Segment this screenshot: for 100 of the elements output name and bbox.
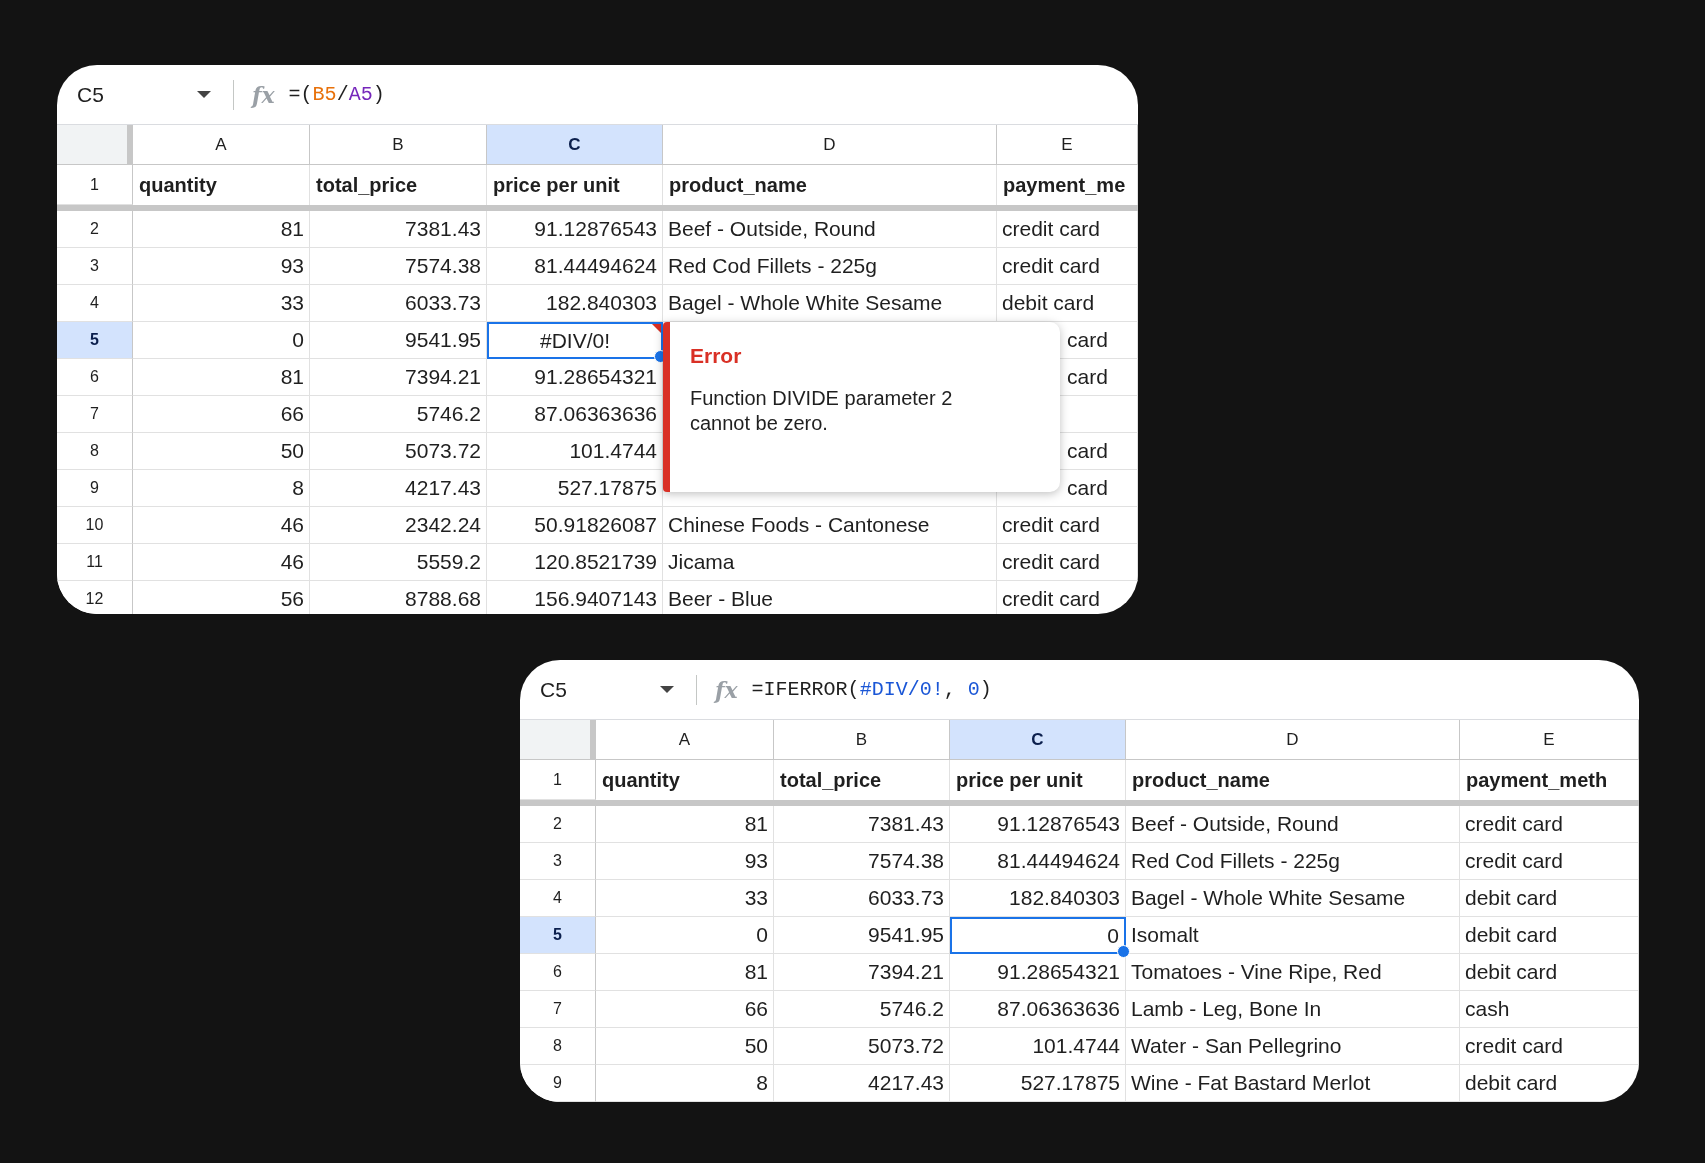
table-cell: 156.9407143 xyxy=(487,581,663,614)
table-cell: 9541.95 xyxy=(310,322,487,359)
table-cell: 8 xyxy=(133,470,310,507)
column-header[interactable]: A xyxy=(596,720,774,760)
table-cell: debit card xyxy=(1460,917,1639,954)
table-cell: 5559.2 xyxy=(310,544,487,581)
table-cell: 91.12876543 xyxy=(950,806,1126,843)
table-cell: 8788.68 xyxy=(310,581,487,614)
table-cell: 46 xyxy=(133,507,310,544)
row-header[interactable]: 6 xyxy=(57,359,133,396)
table-cell: debit card xyxy=(1460,880,1639,917)
row-header[interactable]: 5 xyxy=(57,322,133,359)
table-cell: 0 xyxy=(133,322,310,359)
table-cell: Bagel - Whole White Sesame xyxy=(1126,880,1460,917)
table-cell: 7394.21 xyxy=(774,954,950,991)
table-cell: 33 xyxy=(133,285,310,322)
function-icon: fx xyxy=(715,676,738,703)
row-header[interactable]: 1 xyxy=(57,165,133,205)
row-header[interactable]: 8 xyxy=(520,1028,596,1065)
table-cell: 6033.73 xyxy=(310,285,487,322)
table-cell: 5746.2 xyxy=(310,396,487,433)
row-header[interactable]: 7 xyxy=(57,396,133,433)
table-cell: credit card xyxy=(1460,806,1639,843)
table-cell: Isomalt xyxy=(1126,917,1460,954)
column-header[interactable]: C xyxy=(487,125,663,165)
table-cell: 50 xyxy=(596,1028,774,1065)
row-header[interactable]: 4 xyxy=(520,880,596,917)
row-header[interactable]: 12 xyxy=(57,581,133,614)
table-cell: Tomatoes - Vine Ripe, Red xyxy=(1126,954,1460,991)
table-cell: 5073.72 xyxy=(774,1028,950,1065)
caret-icon[interactable] xyxy=(660,686,674,693)
row-header[interactable]: 6 xyxy=(520,954,596,991)
table-cell: Water - San Pellegrino xyxy=(1126,1028,1460,1065)
table-cell: credit card xyxy=(997,248,1138,285)
row-header[interactable]: 4 xyxy=(57,285,133,322)
table-cell: 4217.43 xyxy=(310,470,487,507)
fill-handle[interactable] xyxy=(1117,945,1130,958)
table-cell: 50.91826087 xyxy=(487,507,663,544)
table-cell: debit card xyxy=(1460,954,1639,991)
table-cell: 6033.73 xyxy=(774,880,950,917)
column-header[interactable]: B xyxy=(774,720,950,760)
table-cell: credit card xyxy=(1460,843,1639,880)
table-cell: Beer - Blue xyxy=(663,581,997,614)
table-cell: 120.8521739 xyxy=(487,544,663,581)
table-cell: 7574.38 xyxy=(310,248,487,285)
row-header[interactable]: 2 xyxy=(57,211,133,248)
table-cell: credit card xyxy=(997,211,1138,248)
table-cell: Beef - Outside, Round xyxy=(1126,806,1460,843)
table-cell: 81 xyxy=(133,211,310,248)
formula-field[interactable]: =(B5/A5) xyxy=(288,83,385,106)
column-header[interactable]: E xyxy=(1460,720,1639,760)
row-header[interactable]: 2 xyxy=(520,806,596,843)
table-cell: 7381.43 xyxy=(774,806,950,843)
table-cell: 91.12876543 xyxy=(487,211,663,248)
table-cell: 93 xyxy=(133,248,310,285)
row-header[interactable]: 5 xyxy=(520,917,596,954)
name-box[interactable]: C5 xyxy=(540,677,660,702)
row-header[interactable]: 1 xyxy=(520,760,596,800)
column-header[interactable]: C xyxy=(950,720,1126,760)
table-cell: 5746.2 xyxy=(774,991,950,1028)
table-cell: 4217.43 xyxy=(774,1065,950,1102)
row-header[interactable]: 7 xyxy=(520,991,596,1028)
table-cell: Red Cod Fillets - 225g xyxy=(1126,843,1460,880)
table-cell: credit card xyxy=(997,507,1138,544)
row-header[interactable]: 3 xyxy=(57,248,133,285)
table-cell: 0 xyxy=(596,917,774,954)
tooltip-title: Error xyxy=(690,344,743,368)
table-cell: 66 xyxy=(133,396,310,433)
table-cell: 7574.38 xyxy=(774,843,950,880)
column-header[interactable]: B xyxy=(310,125,487,165)
table-cell: 182.840303 xyxy=(950,880,1126,917)
function-icon: fx xyxy=(252,81,275,108)
row-header[interactable]: 11 xyxy=(57,544,133,581)
column-header[interactable]: D xyxy=(1126,720,1460,760)
row-header[interactable]: 10 xyxy=(57,507,133,544)
table-cell: 93 xyxy=(596,843,774,880)
table-cell: 66 xyxy=(596,991,774,1028)
column-header[interactable]: D xyxy=(663,125,997,165)
table-cell: 5073.72 xyxy=(310,433,487,470)
formula-field[interactable]: =IFERROR(#DIV/0!, 0) xyxy=(751,678,992,701)
table-cell: Lamb - Leg, Bone In xyxy=(1126,991,1460,1028)
column-header[interactable]: A xyxy=(133,125,310,165)
table-cell: 33 xyxy=(596,880,774,917)
table-cell: 87.06363636 xyxy=(950,991,1126,1028)
row-header[interactable]: 8 xyxy=(57,433,133,470)
row-header[interactable]: 9 xyxy=(520,1065,596,1102)
caret-icon[interactable] xyxy=(197,91,211,98)
table-cell: 81.44494624 xyxy=(950,843,1126,880)
table-cell: Jicama xyxy=(663,544,997,581)
column-header[interactable]: E xyxy=(997,125,1138,165)
table-cell: 91.28654321 xyxy=(950,954,1126,991)
row-header[interactable]: 3 xyxy=(520,843,596,880)
table-cell: 50 xyxy=(133,433,310,470)
table-cell: Red Cod Fillets - 225g xyxy=(663,248,997,285)
tooltip-message: Function DIVIDE parameter 2 cannot be zero. xyxy=(690,386,954,436)
table-cell: Chinese Foods - Cantonese xyxy=(663,507,997,544)
name-box[interactable]: C5 xyxy=(77,82,197,107)
table-cell: credit card xyxy=(997,544,1138,581)
table-cell: 2342.24 xyxy=(310,507,487,544)
row-header[interactable]: 9 xyxy=(57,470,133,507)
